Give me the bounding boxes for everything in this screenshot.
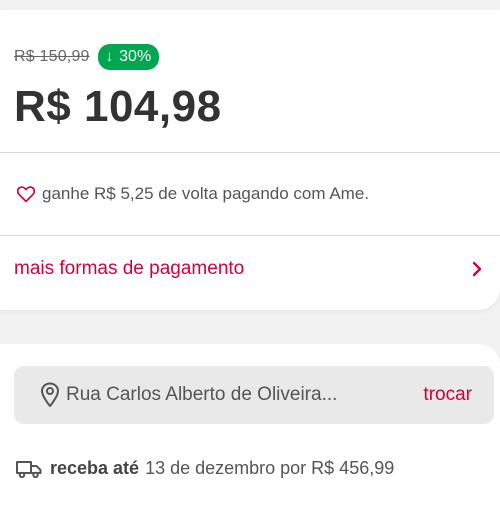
- price-card: R$ 150,99 ↓ 30% R$ 104,98 ganhe R$ 5,25 …: [0, 10, 500, 310]
- cashback-info: ganhe R$ 5,25 de volta pagando com Ame.: [16, 184, 369, 204]
- chevron-right-icon: [472, 261, 482, 277]
- heart-icon: [16, 186, 36, 203]
- more-payment-options-link[interactable]: mais formas de pagamento: [14, 258, 488, 280]
- payment-link-label: mais formas de pagamento: [14, 258, 245, 279]
- change-address-button[interactable]: trocar: [423, 384, 472, 406]
- delivery-text: 13 de dezembro por R$ 456,99: [145, 458, 395, 478]
- discount-percent: 30%: [119, 48, 152, 65]
- current-price: R$ 104,98: [14, 82, 222, 131]
- divider: [0, 235, 500, 236]
- location-pin-icon: [41, 382, 59, 407]
- delivery-prefix: receba até: [50, 458, 140, 478]
- delivery-estimate: receba até 13 de dezembro por R$ 456,99: [16, 458, 394, 479]
- discount-badge: ↓ 30%: [97, 44, 160, 70]
- cashback-text: ganhe R$ 5,25 de volta pagando com Ame.: [42, 184, 370, 203]
- price-top-row: R$ 150,99 ↓ 30%: [14, 44, 160, 70]
- truck-icon: [16, 460, 42, 478]
- address-text: Rua Carlos Alberto de Oliveira...: [66, 384, 338, 405]
- divider: [0, 152, 500, 153]
- old-price: R$ 150,99: [14, 48, 90, 65]
- shipping-card: Rua Carlos Alberto de Oliveira... trocar…: [0, 344, 500, 506]
- address-selector[interactable]: Rua Carlos Alberto de Oliveira... trocar: [14, 366, 494, 424]
- down-arrow-icon: ↓: [105, 48, 114, 65]
